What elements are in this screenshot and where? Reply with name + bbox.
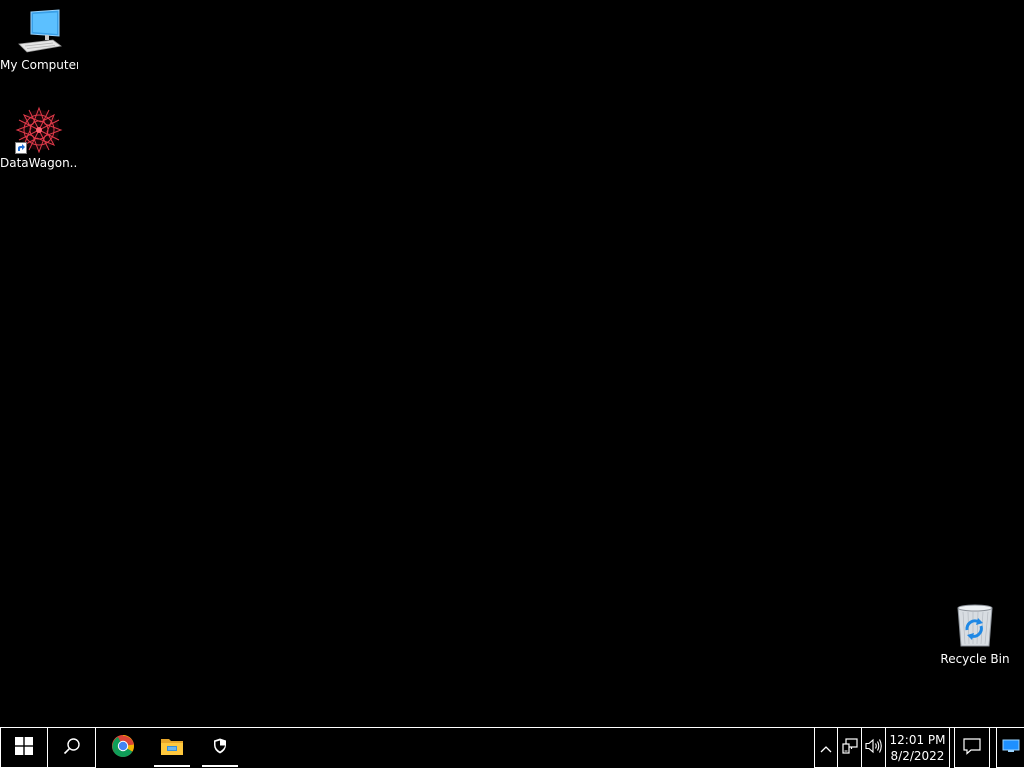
show-desktop-button[interactable] (996, 728, 1024, 768)
chrome-icon (111, 734, 135, 762)
running-indicator (202, 765, 238, 767)
clock-date: 8/2/2022 (890, 748, 945, 763)
desktop-icon-recycle-bin[interactable]: Recycle Bin (936, 602, 1014, 666)
show-desktop-icon (1002, 738, 1020, 757)
running-indicator (154, 765, 190, 767)
clock-button[interactable]: 12:01 PM 8/2/2022 (886, 728, 950, 768)
taskbar-chrome-button[interactable] (100, 728, 146, 768)
search-button[interactable] (48, 728, 96, 768)
taskbar: 12:01 PM 8/2/2022 (0, 727, 1024, 768)
volume-button[interactable] (862, 728, 886, 768)
chevron-up-icon (820, 738, 832, 757)
desktop-icon-label: Recycle Bin (940, 652, 1010, 666)
show-hidden-icons-button[interactable] (814, 728, 838, 768)
action-center-icon (963, 737, 981, 759)
taskbar-security-button[interactable] (198, 728, 242, 768)
shield-icon (213, 738, 227, 758)
volume-icon (864, 738, 883, 758)
clock-time: 12:01 PM (889, 732, 946, 747)
file-explorer-icon (160, 735, 184, 761)
desktop-icon-label: My Computer (0, 58, 78, 72)
desktop[interactable]: My Computer DataWagon... Recycle Bin (0, 0, 1024, 727)
desktop-icon-my-computer[interactable]: My Computer (0, 8, 78, 72)
network-button[interactable] (838, 728, 862, 768)
recycle-bin-icon (951, 602, 999, 650)
computer-icon (15, 8, 63, 56)
datawagon-icon (15, 106, 63, 154)
shortcut-arrow-icon (15, 142, 27, 154)
start-button[interactable] (0, 728, 48, 768)
search-icon (63, 737, 81, 759)
windows-logo-icon (15, 736, 33, 759)
network-icon (841, 737, 858, 758)
taskbar-file-explorer-button[interactable] (150, 728, 194, 768)
action-center-button[interactable] (954, 728, 990, 768)
desktop-icon-label: DataWagon... (0, 156, 78, 170)
desktop-icon-datawagon[interactable]: DataWagon... (0, 106, 78, 170)
